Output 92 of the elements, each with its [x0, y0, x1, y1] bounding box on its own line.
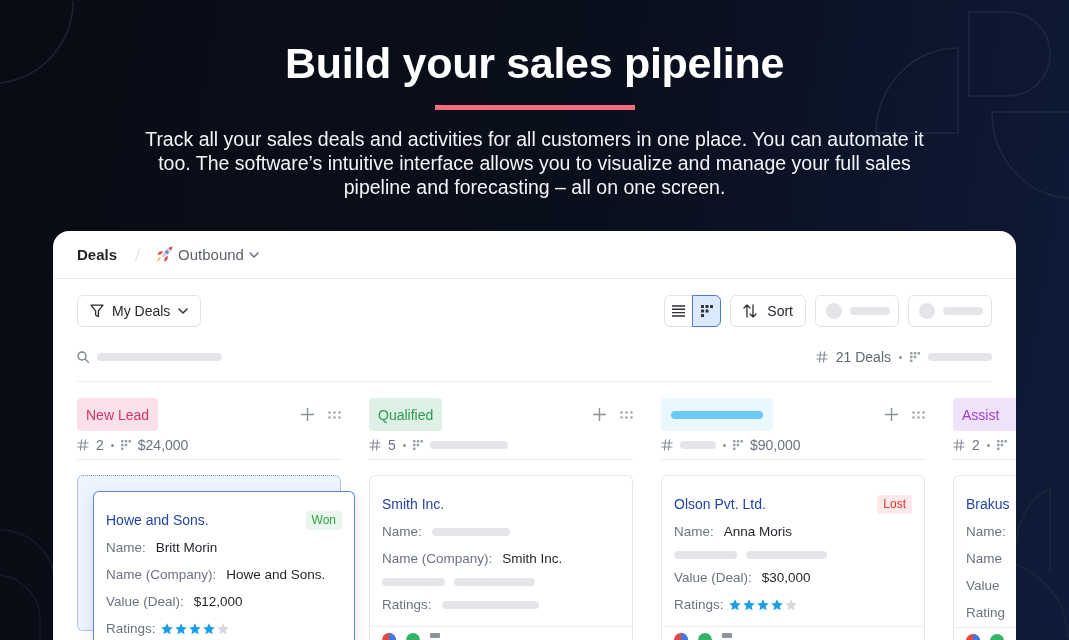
star-icon: [770, 598, 783, 611]
sort-button[interactable]: Sort: [730, 295, 806, 327]
stage-tag: Assist: [953, 398, 1016, 431]
filter-dropdown[interactable]: My Deals: [77, 295, 202, 327]
loading-circle-icon: [826, 303, 842, 319]
field-label: Name:: [382, 524, 422, 539]
field-label: Name (Company):: [106, 567, 217, 582]
grip-icon[interactable]: [328, 410, 341, 419]
field-label: Value (Deal):: [106, 594, 184, 609]
deal-title-link[interactable]: Howe and Sons.: [106, 512, 209, 528]
page-title: Build your sales pipeline: [284, 38, 785, 88]
avatar-icon: [674, 633, 688, 640]
board-view-button[interactable]: [692, 295, 722, 327]
star-icon: [174, 622, 187, 635]
deal-card[interactable]: Smith Inc. Name: Name (Company): Smith Inc. Ratings:: [369, 475, 633, 640]
field-label: Name (Company):: [382, 551, 493, 566]
stage-tag: New Lead: [77, 398, 159, 431]
square-icon: [722, 633, 732, 638]
board-icon: [120, 440, 131, 450]
hash-icon: [77, 439, 89, 451]
status-badge: Won: [305, 510, 342, 530]
field-value: Howe and Sons.: [226, 567, 326, 582]
field-label: Ratings:: [674, 597, 724, 612]
deal-total: $90,000: [750, 437, 801, 453]
hash-icon: [815, 351, 828, 363]
deal-total: $24,000: [137, 437, 189, 453]
description-text: Track all your sales deals and activities for all customers in one place. You can automate it too. The software’s intuitive interface allows you to visualize and manage your full sales pipeline and forecasting – all on one screen.: [144, 127, 925, 199]
star-icon: [756, 598, 769, 611]
list-view-button[interactable]: [664, 295, 694, 327]
field-label: Name:: [106, 540, 146, 555]
deal-card[interactable]: Olson Pvt. Ltd. Lost Name: Anna Moris Value (Deal): $30,000 Ratings:: [661, 475, 925, 640]
plus-icon[interactable]: [885, 408, 898, 421]
field-label: Ratings:: [106, 621, 156, 636]
field-label: Name: [966, 551, 1002, 566]
deal-title-link[interactable]: Smith Inc.: [382, 496, 445, 512]
plus-icon[interactable]: [301, 408, 314, 421]
square-icon: [430, 633, 440, 638]
board-icon: [733, 440, 743, 450]
deal-count: 5: [388, 437, 396, 453]
chevron-down-icon: [178, 308, 189, 314]
field-label: Ratings:: [382, 597, 432, 612]
search-icon[interactable]: [77, 351, 89, 363]
field-value: Smith Inc.: [502, 551, 563, 566]
placeholder-bar: [674, 550, 737, 559]
breadcrumb-link[interactable]: Deals: [77, 246, 118, 263]
star-icon: [202, 622, 215, 635]
placeholder-bar: [382, 577, 445, 586]
board-icon: [412, 440, 423, 450]
deal-card[interactable]: Howe and Sons. Won Name: Britt Morin Name (Company): Howe and Sons. Value (Deal): $12,000 Ratings:: [93, 491, 355, 640]
placeholder-bar: [928, 353, 992, 361]
deal-count: 21 Deals: [835, 349, 891, 365]
star-icon: [188, 622, 201, 635]
rocket-icon: [156, 246, 174, 263]
filter-icon: [90, 304, 104, 318]
field-label: Rating: [966, 605, 1006, 620]
field-value: $30,000: [761, 570, 811, 585]
placeholder-bar: [850, 307, 890, 315]
plus-icon[interactable]: [593, 408, 606, 421]
deal-title-link[interactable]: Brakus: [966, 496, 1010, 512]
field-label: Value (Deal):: [674, 570, 752, 585]
deal-count: 2: [96, 437, 104, 453]
field-value: Britt Morin: [155, 540, 218, 555]
loading-circle-icon: [919, 303, 935, 319]
avatar-icon: [966, 634, 980, 640]
deal-title-link[interactable]: Olson Pvt. Ltd.: [674, 496, 766, 512]
placeholder-bar: [943, 307, 983, 315]
field-value: $12,000: [193, 594, 243, 609]
grip-icon[interactable]: [912, 410, 925, 419]
field-value: Anna Moris: [723, 524, 793, 539]
star-icon: [742, 598, 755, 611]
hash-icon: [953, 439, 965, 451]
star-icon: [216, 622, 229, 635]
stage-tag: Qualified: [369, 398, 443, 431]
deal-card[interactable]: Brakus Name: Name Value Rating: [953, 475, 1016, 640]
view-dropdown[interactable]: Outbound: [156, 246, 259, 263]
chevron-down-icon: [248, 251, 259, 258]
star-icon: [784, 598, 797, 611]
deal-count: 2: [972, 437, 980, 453]
field-label: Value: [966, 578, 1000, 593]
grip-icon[interactable]: [620, 410, 633, 419]
field-label: Name:: [674, 524, 714, 539]
star-icon: [728, 598, 741, 611]
avatar-icon: [382, 633, 396, 640]
hash-icon: [369, 439, 381, 451]
list-icon: [672, 305, 686, 317]
board-icon: [700, 305, 713, 317]
board-icon: [910, 352, 920, 362]
field-label: Name:: [966, 524, 1006, 539]
hash-icon: [661, 439, 673, 451]
status-badge: Lost: [877, 494, 912, 514]
sort-icon: [743, 304, 758, 318]
star-icon: [160, 622, 173, 635]
